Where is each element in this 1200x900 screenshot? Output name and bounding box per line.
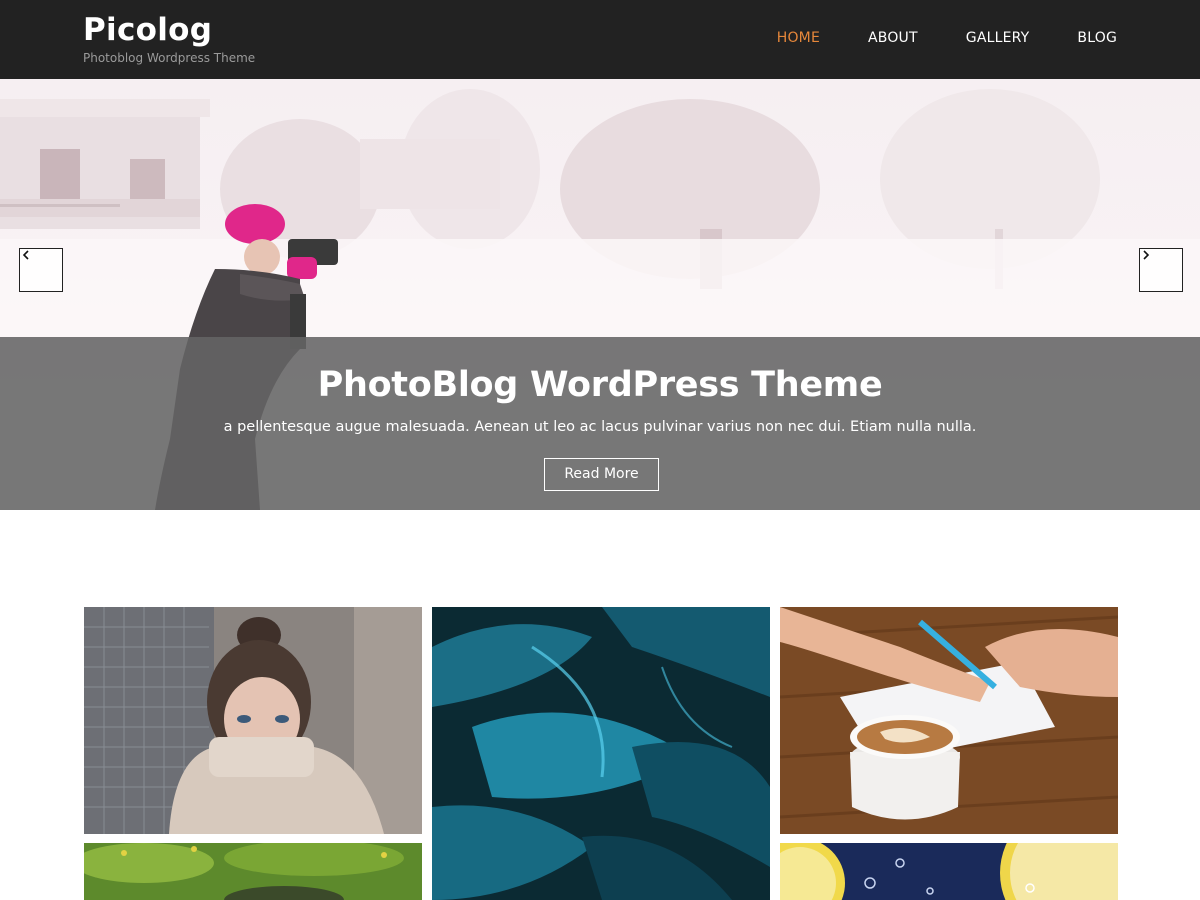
chevron-left-icon — [22, 250, 29, 260]
green-grass-photo — [84, 843, 422, 900]
gallery-item-coffee[interactable] — [780, 607, 1118, 834]
gallery-item-lemons[interactable] — [780, 843, 1118, 900]
read-more-button[interactable]: Read More — [544, 458, 659, 491]
slider-next-button[interactable] — [1139, 248, 1183, 292]
gallery-item-grass[interactable] — [84, 843, 422, 900]
slider-caption: PhotoBlog WordPress Theme a pellentesque… — [0, 337, 1200, 510]
coffee-notebook-photo — [780, 607, 1118, 834]
slide-text: a pellentesque augue malesuada. Aenean u… — [223, 419, 977, 435]
nav-gallery[interactable]: GALLERY — [966, 30, 1030, 46]
slider-prev-button[interactable] — [19, 248, 63, 292]
site-tagline: Photoblog Wordpress Theme — [83, 51, 256, 65]
hero-slider: PhotoBlog WordPress Theme a pellentesque… — [0, 79, 1200, 510]
site-title[interactable]: Picolog — [83, 12, 212, 48]
blue-plant-leaves-photo — [432, 607, 770, 900]
nav-about[interactable]: ABOUT — [868, 30, 918, 46]
slide-title: PhotoBlog WordPress Theme — [317, 365, 883, 405]
nav-blog[interactable]: BLOG — [1077, 30, 1117, 46]
woman-knit-sweater-photo — [84, 607, 422, 834]
site-header: Picolog Photoblog Wordpress Theme HOME A… — [0, 0, 1200, 79]
lemon-slices-water-photo — [780, 843, 1118, 900]
gallery-item-woman[interactable] — [84, 607, 422, 834]
gallery-item-leaves[interactable] — [432, 607, 770, 900]
main-nav: HOME ABOUT GALLERY BLOG — [729, 30, 1117, 46]
chevron-right-icon — [1143, 250, 1150, 260]
nav-home[interactable]: HOME — [777, 30, 820, 46]
